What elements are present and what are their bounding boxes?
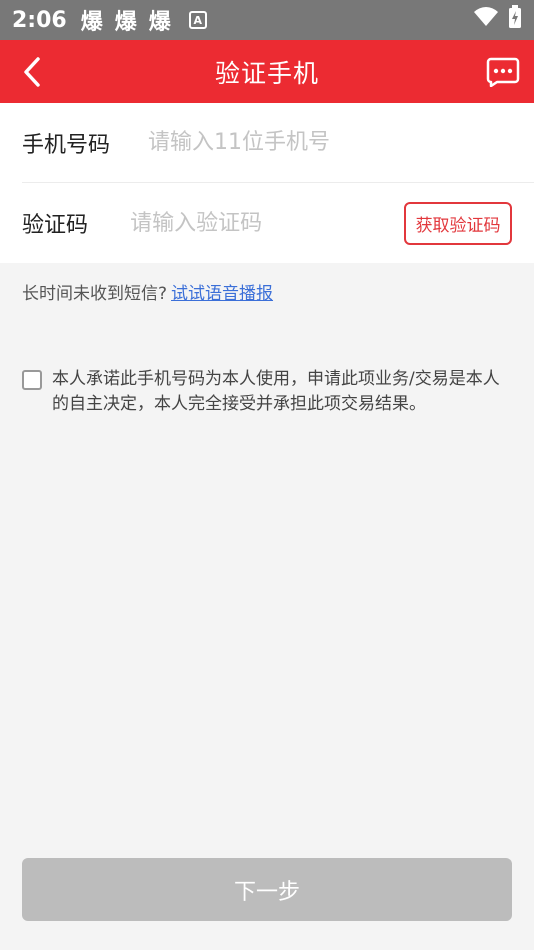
get-code-button[interactable]: 获取验证码: [404, 201, 512, 245]
agreement-checkbox[interactable]: [22, 370, 42, 390]
next-button[interactable]: 下一步: [22, 858, 512, 921]
voice-broadcast-link[interactable]: 试试语音播报: [171, 284, 273, 304]
code-row: 验证码 获取验证码: [22, 183, 534, 263]
notification-icon: 爆: [114, 10, 137, 35]
agreement-text: 本人承诺此手机号码为本人使用，申请此项业务/交易是本人的自主决定，本人完全接受并…: [52, 369, 500, 414]
status-bar: 2:06 爆 爆 爆 A: [0, 0, 534, 40]
battery-charging-icon: [508, 5, 522, 35]
nav-bar: 验证手机: [0, 40, 534, 103]
code-label: 验证码: [22, 213, 89, 238]
notification-icon: 爆: [80, 10, 103, 35]
code-input[interactable]: [130, 203, 405, 243]
sms-hint: 长时间未收到短信? 试试语音播报: [22, 279, 273, 304]
chat-more-icon: [486, 57, 520, 87]
a-badge-icon: A: [188, 11, 207, 29]
phone-row: 手机号码: [22, 103, 534, 183]
page-title: 验证手机: [214, 58, 319, 88]
status-time: 2:06: [12, 7, 67, 33]
wifi-icon: [474, 7, 498, 33]
verification-form: 手机号码 验证码 获取验证码: [0, 103, 534, 263]
notification-icon: 爆: [148, 10, 171, 35]
phone-label: 手机号码: [22, 132, 111, 158]
more-button[interactable]: [486, 56, 520, 88]
agreement: 本人承诺此手机号码为本人使用，申请此项业务/交易是本人的自主决定，本人完全接受并…: [22, 367, 506, 417]
phone-input[interactable]: [148, 122, 534, 163]
hint-text: 长时间未收到短信?: [22, 284, 168, 304]
